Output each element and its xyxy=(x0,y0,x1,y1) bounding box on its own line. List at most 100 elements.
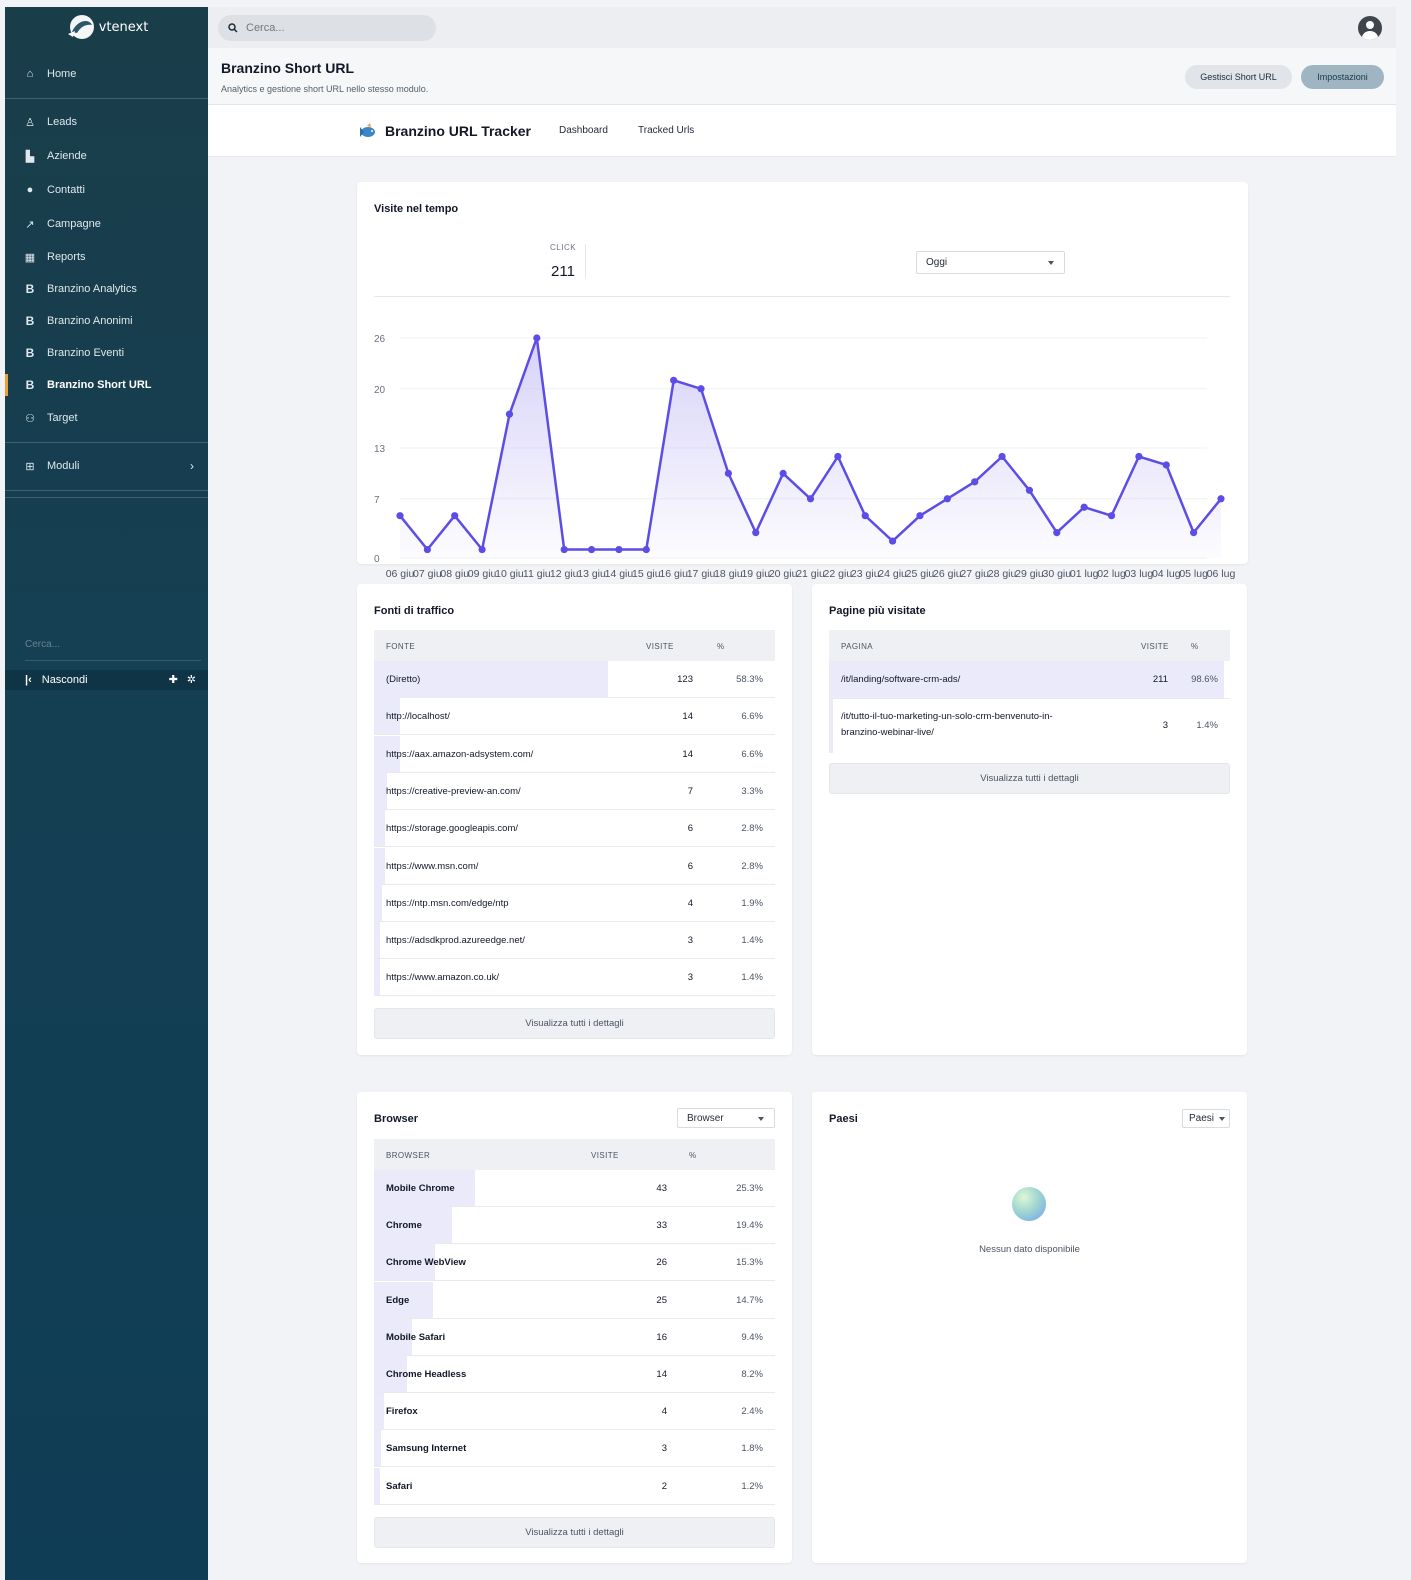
data-point[interactable] xyxy=(971,478,979,486)
data-point[interactable] xyxy=(423,545,431,554)
data-point[interactable] xyxy=(1162,461,1170,469)
data-point[interactable] xyxy=(916,512,924,520)
sidebar-divider xyxy=(5,98,208,99)
data-point[interactable] xyxy=(779,469,787,477)
data-point[interactable] xyxy=(560,545,568,554)
table-row[interactable]: Edge 25 14.7% xyxy=(374,1281,775,1319)
table-row[interactable]: Mobile Chrome 43 25.3% xyxy=(374,1170,775,1207)
table-row[interactable]: https://www.msn.com/6 2.8% xyxy=(374,847,775,885)
table-row[interactable]: http://localhost/14 6.6% xyxy=(374,698,775,736)
data-point[interactable] xyxy=(1053,529,1061,537)
global-search[interactable] xyxy=(218,15,436,41)
data-point[interactable] xyxy=(998,452,1006,461)
tab-dashboard[interactable]: Dashboard xyxy=(559,125,608,136)
view-all-details-button[interactable]: Visualizza tutti i dettagli xyxy=(374,1517,775,1548)
browser-select[interactable]: Browser xyxy=(677,1108,775,1128)
sidebar-item-contatti[interactable]: ● Contatti xyxy=(5,175,208,205)
tab-tracked-urls[interactable]: Tracked Urls xyxy=(638,125,694,136)
sidebar-item-moduli[interactable]: ⊞ Moduli › xyxy=(5,451,208,481)
table-row[interactable]: https://adsdkprod.azureedge.net/3 1.4% xyxy=(374,922,775,960)
table-row[interactable]: https://ntp.msn.com/edge/ntp 4 1.9% xyxy=(374,884,775,922)
percent-value: 14.7% xyxy=(736,1294,763,1306)
data-point[interactable] xyxy=(587,545,596,554)
sidebar-item-aziende[interactable]: ▙ Aziende xyxy=(5,141,208,171)
data-point[interactable] xyxy=(1025,486,1034,494)
table-row[interactable]: https://creative-preview-an.com/7 3.3% xyxy=(374,772,775,810)
sidebar-item-branzino-analytics[interactable]: B Branzino Analytics xyxy=(5,274,208,304)
table-row[interactable]: Safari 2 1.2% xyxy=(374,1467,775,1505)
x-tick-label: 30 giu xyxy=(1042,568,1071,580)
table-row[interactable]: https://storage.googleapis.com/6 2.8% xyxy=(374,810,775,848)
data-point[interactable] xyxy=(1135,452,1143,461)
data-point[interactable] xyxy=(533,334,541,342)
data-point[interactable] xyxy=(642,545,650,554)
gear-icon[interactable]: ✲ xyxy=(187,673,196,686)
data-point[interactable] xyxy=(1080,503,1088,511)
table-row[interactable]: https://aax.amazon-adsystem.com/14 6.6% xyxy=(374,735,775,773)
table-row[interactable]: Mobile Safari 16 9.4% xyxy=(374,1318,775,1356)
data-point[interactable] xyxy=(505,410,514,418)
table-row[interactable]: Chrome 33 19.4% xyxy=(374,1207,775,1245)
user-avatar-icon[interactable] xyxy=(1358,16,1382,40)
settings-button[interactable]: Impostazioni xyxy=(1301,65,1384,89)
data-point[interactable] xyxy=(697,385,705,393)
pin-icon[interactable]: ✚ xyxy=(169,673,178,686)
x-tick-label: 02 lug xyxy=(1097,568,1126,580)
table-header: PAGINA VISITE % xyxy=(829,630,1230,661)
view-all-details-button[interactable]: Visualizza tutti i dettagli xyxy=(829,763,1230,794)
x-tick-label: 27 giu xyxy=(960,568,989,580)
table-row[interactable]: Samsung Internet 3 1.8% xyxy=(374,1430,775,1468)
x-tick-label: 09 giu xyxy=(468,568,497,580)
countries-select[interactable]: Paesi xyxy=(1182,1109,1230,1128)
data-point[interactable] xyxy=(396,512,404,520)
data-point[interactable] xyxy=(670,376,678,384)
data-point[interactable] xyxy=(724,469,732,477)
period-select[interactable]: Oggi xyxy=(916,251,1065,274)
data-point[interactable] xyxy=(1190,529,1198,537)
sidebar-hide-button[interactable]: |‹ Nascondi ✚ ✲ xyxy=(5,670,208,690)
table-row[interactable]: /it/landing/software-crm-ads/ 211 98.6% xyxy=(829,661,1230,699)
data-point[interactable] xyxy=(451,512,459,520)
table-row[interactable]: Firefox 4 2.4% xyxy=(374,1393,775,1431)
data-point[interactable] xyxy=(615,545,623,554)
click-value: 211 xyxy=(551,263,575,280)
data-point[interactable] xyxy=(806,495,815,503)
table-row[interactable]: (Diretto) 123 58.3% xyxy=(374,661,775,698)
sidebar-item-campagne[interactable]: ↗ Campagne xyxy=(5,209,208,239)
manage-short-url-button[interactable]: Gestisci Short URL xyxy=(1185,65,1292,89)
browser-label: Safari xyxy=(386,1480,413,1492)
sidebar-item-branzino-short-url[interactable]: B Branzino Short URL xyxy=(5,370,208,400)
sidebar-item-reports[interactable]: ▦ Reports xyxy=(5,242,208,272)
table-row[interactable]: /it/tutto-il-tuo-marketing-un-solo-crm-b… xyxy=(829,699,1230,753)
view-all-details-button[interactable]: Visualizza tutti i dettagli xyxy=(374,1008,775,1039)
data-point[interactable] xyxy=(752,529,760,537)
data-point[interactable] xyxy=(1107,512,1116,520)
sidebar-item-leads[interactable]: ♙ Leads xyxy=(5,107,208,137)
data-point[interactable] xyxy=(1217,495,1225,503)
x-tick-label: 03 lug xyxy=(1125,568,1154,580)
browser-label: Mobile Chrome xyxy=(386,1183,455,1194)
sidebar-item-branzino-eventi[interactable]: B Branzino Eventi xyxy=(5,338,208,368)
share-bar xyxy=(374,847,386,884)
percent-value: 1.4% xyxy=(741,935,763,947)
share-bar xyxy=(374,959,380,996)
data-point[interactable] xyxy=(943,495,951,503)
logo[interactable]: vtenext xyxy=(5,7,208,47)
x-tick-label: 10 giu xyxy=(495,568,524,580)
sidebar-search-input[interactable]: Cerca... xyxy=(25,639,201,661)
sidebar-item-home[interactable]: ⌂ Home xyxy=(5,59,208,89)
table-row[interactable]: Chrome Headless 14 8.2% xyxy=(374,1356,775,1393)
search-input[interactable] xyxy=(246,22,416,34)
x-tick-label: 20 giu xyxy=(769,568,798,580)
data-point[interactable] xyxy=(834,452,842,461)
source-label: https://adsdkprod.azureedge.net/ xyxy=(386,935,525,947)
sidebar-item-target[interactable]: ⚇ Target xyxy=(5,403,208,433)
sidebar-item-branzino-anonimi[interactable]: B Branzino Anonimi xyxy=(5,306,208,336)
visits-value: 43 xyxy=(656,1183,667,1194)
visits-value: 3 xyxy=(687,972,693,984)
data-point[interactable] xyxy=(889,537,897,545)
table-row[interactable]: https://www.amazon.co.uk/3 1.4% xyxy=(374,959,775,997)
data-point[interactable] xyxy=(861,512,869,520)
data-point[interactable] xyxy=(478,545,486,554)
table-row[interactable]: Chrome WebView 26 15.3% xyxy=(374,1244,775,1282)
